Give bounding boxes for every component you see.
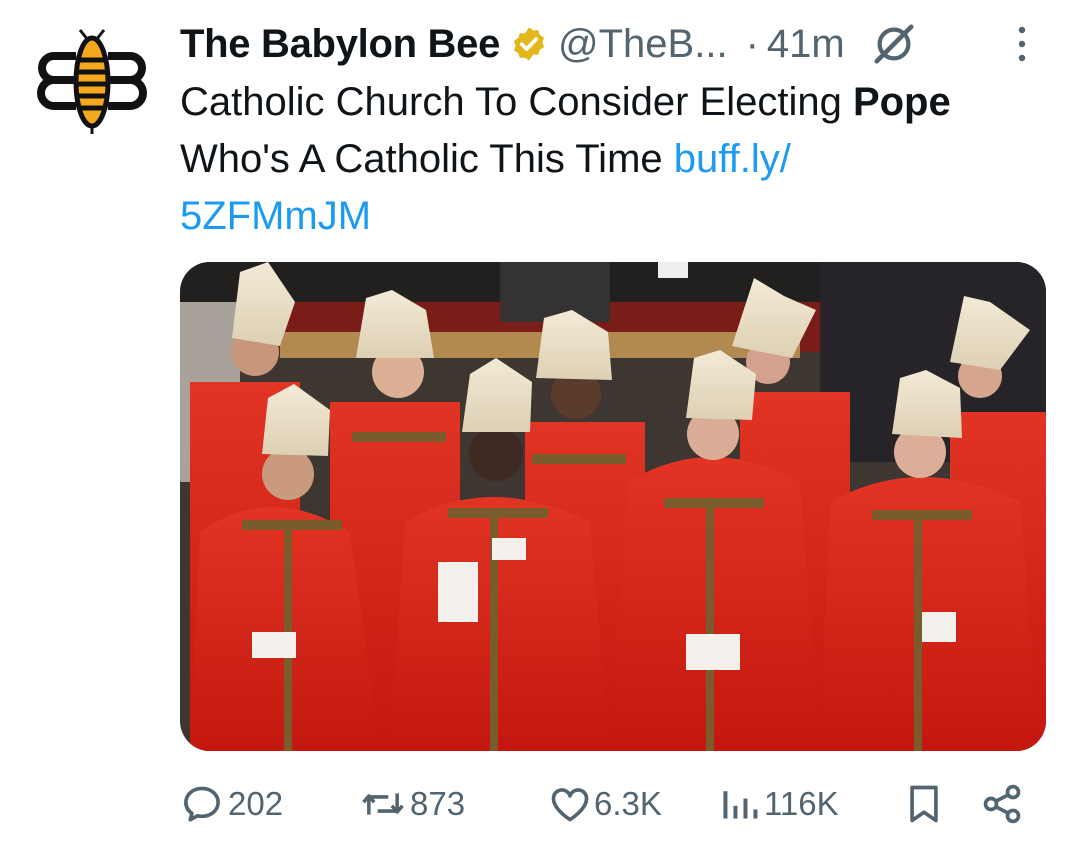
share-icon [983, 784, 1021, 824]
tweet-header: The Babylon Bee @TheB... · 41m [180, 16, 917, 72]
verified-badge-icon[interactable] [510, 25, 548, 63]
bookmark-button[interactable] [902, 774, 946, 834]
repost-icon [362, 793, 404, 815]
like-count: 6.3K [594, 785, 662, 822]
repost-count: 873 [410, 785, 466, 822]
tweet-image[interactable] [180, 262, 1046, 751]
tweet-text-part: Who's A Catholic This Time [180, 137, 674, 181]
grok-icon[interactable] [871, 21, 917, 67]
tweet-text-part: Catholic Church To Consider Electing [180, 80, 853, 124]
tweet-text: Catholic Church To Consider Electing Pop… [180, 74, 1040, 245]
tweet-link[interactable]: buff.ly/ [674, 137, 791, 181]
tweet-action-bar: 202 873 6.3K 116K [180, 774, 1030, 834]
share-button[interactable] [980, 774, 1024, 834]
bookmark-icon [910, 785, 938, 823]
views-button[interactable]: 116K [720, 774, 839, 834]
reply-count: 202 [228, 785, 284, 822]
babylon-bee-logo-avatar[interactable] [36, 26, 148, 138]
author-handle[interactable]: @TheB... [558, 22, 728, 67]
separator-dot: · [745, 21, 759, 66]
tweet-text-bold: Pope [852, 80, 951, 124]
views-count: 116K [764, 785, 839, 822]
tweet-link[interactable]: 5ZFMmJM [180, 194, 371, 238]
reply-icon [184, 786, 220, 822]
repost-button[interactable]: 873 [360, 774, 465, 834]
author-name[interactable]: The Babylon Bee [180, 22, 500, 67]
like-icon [551, 788, 589, 822]
tweet-timestamp[interactable]: 41m [767, 22, 845, 67]
reply-button[interactable]: 202 [180, 774, 283, 834]
like-button[interactable]: 6.3K [548, 774, 662, 834]
views-icon [723, 791, 758, 819]
more-options-icon[interactable] [1010, 22, 1034, 66]
